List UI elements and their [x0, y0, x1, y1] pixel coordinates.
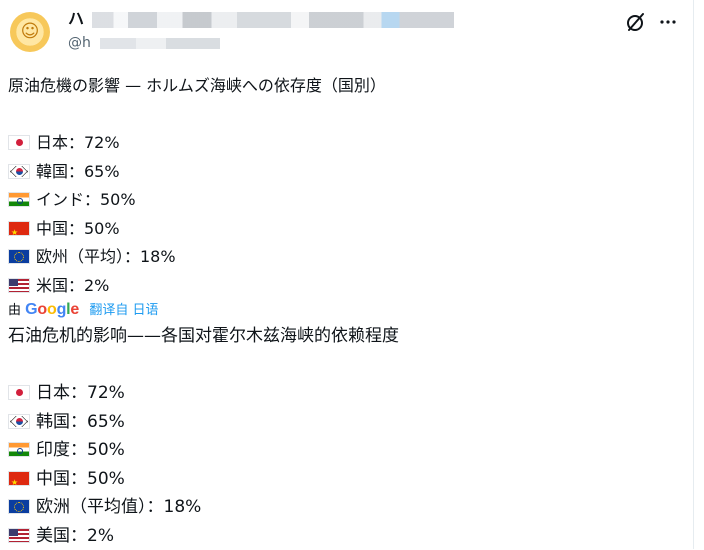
line-text: 米国：2%: [36, 276, 109, 295]
translated-from-link[interactable]: 翻译自 日语: [89, 303, 158, 318]
country-line: 中国：50%: [8, 465, 688, 494]
text-line: 石油危机的影响——各国对霍尔木兹海峡的依赖程度: [8, 322, 688, 351]
tweet-card: ☺ ハ @h 原油危機の影響 — ホルムズ海峡への依存度（国別） 日本：72% 韓国…: [0, 0, 698, 549]
line-text: 美国：2%: [36, 526, 114, 546]
country-line: 日本：72%: [8, 379, 688, 408]
country-line: 韩国：65%: [8, 408, 688, 437]
line-text: 石油危机的影响——各国对霍尔木兹海峡的依赖程度: [8, 326, 399, 346]
line-text: 原油危機の影響 — ホルムズ海峡への依存度（国別）: [8, 76, 386, 95]
flag-jp-icon: [8, 385, 30, 400]
country-line: 欧洲（平均值）：18%: [8, 493, 688, 522]
flag-in-icon: [8, 442, 30, 457]
more-options-icon[interactable]: [656, 10, 680, 34]
country-line: 日本：72%: [8, 129, 688, 158]
tweet-body: 原油危機の影響 — ホルムズ海峡への依存度（国別） 日本：72% 韓国：65% インド…: [8, 72, 688, 550]
divider: [693, 0, 694, 549]
blank-line: [8, 101, 688, 130]
line-text: 印度：50%: [36, 440, 125, 460]
google-logo: Google: [25, 301, 83, 318]
flag-kr-icon: [8, 414, 30, 429]
flag-eu-icon: [8, 249, 30, 264]
text-line: 原油危機の影響 — ホルムズ海峡への依存度（国別）: [8, 72, 688, 101]
flag-jp-icon: [8, 135, 30, 150]
line-text: 中国：50%: [36, 469, 125, 489]
country-line: インド：50%: [8, 186, 688, 215]
translated-text: 石油危机的影响——各国对霍尔木兹海峡的依赖程度日本：72% 韩国：65% 印度：50…: [8, 322, 688, 550]
country-line: 美国：2%: [8, 522, 688, 550]
line-text: インド：50%: [36, 190, 136, 209]
original-text: 原油危機の影響 — ホルムズ海峡への依存度（国別） 日本：72% 韓国：65% インド…: [8, 72, 688, 300]
country-line: 韓国：65%: [8, 158, 688, 187]
blank-line: [8, 351, 688, 380]
line-text: 中国：50%: [36, 219, 120, 238]
author-display-name[interactable]: ハ: [68, 8, 85, 30]
flag-kr-icon: [8, 164, 30, 179]
avatar[interactable]: ☺: [10, 12, 50, 52]
flag-cn-icon: [8, 471, 30, 486]
translated-by-label: 由: [8, 303, 21, 318]
line-text: 日本：72%: [36, 133, 120, 152]
blurred-name-overlay: [92, 12, 454, 28]
line-text: 日本：72%: [36, 383, 125, 403]
flag-us-icon: [8, 278, 30, 293]
translation-bar: 由 Google 翻译自 日语: [8, 301, 688, 319]
blurred-handle-overlay: [100, 38, 220, 49]
author-handle[interactable]: @h: [68, 34, 91, 52]
flag-cn-icon: [8, 221, 30, 236]
country-line: 欧州（平均）：18%: [8, 243, 688, 272]
country-line: 米国：2%: [8, 272, 688, 301]
line-text: 韓国：65%: [36, 162, 120, 181]
line-text: 韩国：65%: [36, 412, 125, 432]
sun-face-icon: ☺: [21, 23, 40, 41]
country-line: 印度：50%: [8, 436, 688, 465]
flag-us-icon: [8, 528, 30, 543]
tweet-header: ☺ ハ @h: [8, 8, 688, 56]
line-text: 欧洲（平均值）：18%: [36, 497, 201, 517]
country-line: 中国：50%: [8, 215, 688, 244]
grok-icon[interactable]: [624, 10, 648, 34]
line-text: 欧州（平均）：18%: [36, 247, 176, 266]
flag-eu-icon: [8, 499, 30, 514]
flag-in-icon: [8, 192, 30, 207]
